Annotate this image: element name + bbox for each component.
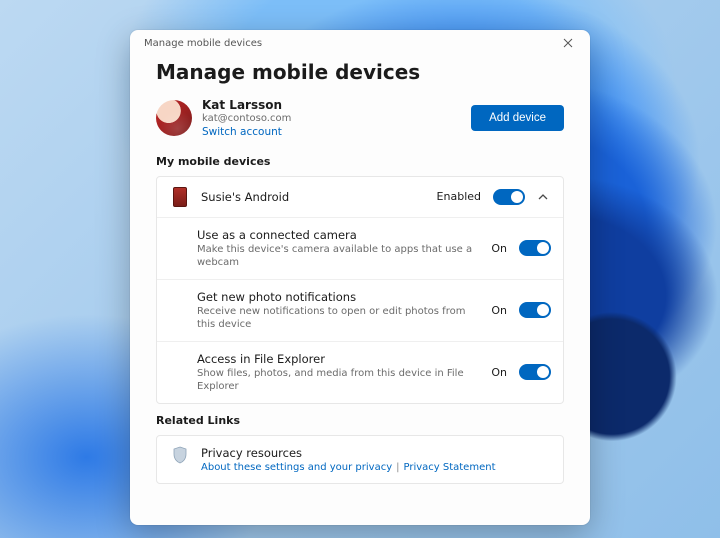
my-devices-label: My mobile devices (156, 155, 564, 168)
setting-desc: Receive new notifications to open or edi… (197, 305, 481, 331)
photo-notify-toggle[interactable] (519, 302, 551, 318)
related-links-card: Privacy resources About these settings a… (156, 435, 564, 484)
collapse-button[interactable] (535, 189, 551, 205)
device-name: Susie's Android (201, 190, 427, 204)
account-text: Kat Larsson kat@contoso.com Switch accou… (202, 98, 291, 139)
setting-row-file-explorer: Access in File Explorer Show files, phot… (157, 341, 563, 403)
setting-row-camera: Use as a connected camera Make this devi… (157, 217, 563, 279)
titlebar: Manage mobile devices (130, 30, 590, 56)
avatar (156, 100, 192, 136)
privacy-statement-link[interactable]: Privacy Statement (403, 462, 495, 473)
add-device-button[interactable]: Add device (471, 105, 564, 131)
account-email: kat@contoso.com (202, 113, 291, 126)
setting-desc: Show files, photos, and media from this … (197, 367, 481, 393)
setting-desc: Make this device's camera available to a… (197, 243, 481, 269)
account-row: Kat Larsson kat@contoso.com Switch accou… (156, 98, 564, 139)
device-state: Enabled (437, 190, 481, 203)
settings-window: Manage mobile devices Manage mobile devi… (130, 30, 590, 525)
privacy-title: Privacy resources (201, 446, 551, 460)
about-settings-link[interactable]: About these settings and your privacy (201, 462, 392, 473)
close-button[interactable] (554, 32, 582, 54)
setting-state: On (491, 366, 507, 379)
privacy-links: About these settings and your privacy|Pr… (201, 462, 551, 473)
device-enable-toggle[interactable] (493, 189, 525, 205)
setting-title: Get new photo notifications (197, 290, 481, 304)
device-card: Susie's Android Enabled Use as a connect… (156, 176, 564, 404)
close-icon (563, 38, 573, 48)
page-title: Manage mobile devices (156, 60, 564, 84)
switch-account-link[interactable]: Switch account (202, 126, 291, 139)
related-links-label: Related Links (156, 414, 564, 427)
phone-icon (169, 187, 191, 207)
account-name: Kat Larsson (202, 98, 291, 113)
camera-toggle[interactable] (519, 240, 551, 256)
account-info: Kat Larsson kat@contoso.com Switch accou… (156, 98, 291, 139)
chevron-up-icon (538, 192, 548, 202)
shield-icon (169, 446, 191, 464)
setting-state: On (491, 242, 507, 255)
setting-state: On (491, 304, 507, 317)
file-explorer-toggle[interactable] (519, 364, 551, 380)
privacy-resources-row: Privacy resources About these settings a… (157, 436, 563, 483)
setting-row-photo-notify: Get new photo notifications Receive new … (157, 279, 563, 341)
content-area: Manage mobile devices Kat Larsson kat@co… (130, 56, 590, 504)
window-title: Manage mobile devices (144, 38, 262, 49)
link-separator: | (392, 462, 403, 473)
setting-title: Access in File Explorer (197, 352, 481, 366)
device-header-row[interactable]: Susie's Android Enabled (157, 177, 563, 217)
setting-title: Use as a connected camera (197, 228, 481, 242)
